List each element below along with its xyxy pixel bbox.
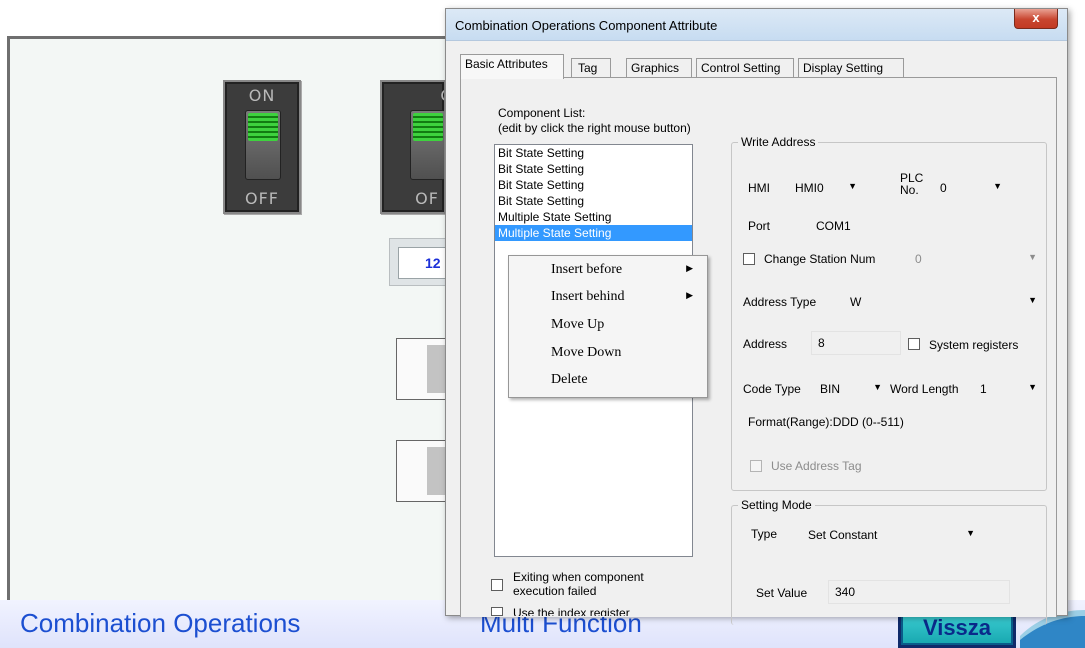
change-station-select: 0 ▼ [911, 249, 1041, 269]
plc-select[interactable]: 0 ▼ [936, 178, 1006, 198]
tab-control-setting[interactable]: Control Setting [696, 58, 794, 78]
address-type-value: W [850, 295, 862, 309]
toggle-on-label: O [392, 86, 444, 105]
chevron-down-icon: ▼ [1028, 295, 1037, 305]
set-value-input[interactable]: 340 [828, 580, 1010, 604]
menu-item-move-up[interactable]: Move Up [509, 313, 707, 337]
address-type-select[interactable]: W ▼ [846, 292, 1041, 312]
menu-item-move-down[interactable]: Move Down [509, 341, 707, 365]
hmi-select-value: HMI0 [795, 181, 824, 195]
close-icon[interactable]: x [1014, 9, 1058, 29]
banner-title: Combination Operations [20, 608, 301, 638]
submenu-arrow-icon: ▶ [686, 263, 693, 273]
address-type-label: Address Type [743, 295, 817, 309]
code-type-value: BIN [820, 382, 841, 396]
change-station-value: 0 [915, 252, 922, 266]
dialog-titlebar[interactable]: Combination Operations Component Attribu… [446, 9, 1067, 41]
on-off-toggle-switch-2[interactable]: O OF [380, 80, 446, 214]
on-off-toggle-switch[interactable]: ON OFF [223, 80, 301, 214]
toggle-lever [245, 110, 281, 180]
exit-on-fail-label: Exiting when component execution failed [513, 570, 644, 598]
context-menu: Insert before ▶ Insert behind ▶ Move Up … [508, 255, 708, 398]
code-type-select[interactable]: BIN ▼ [816, 379, 886, 399]
chevron-down-icon: ▼ [1028, 382, 1037, 392]
menu-item-label: Delete [551, 372, 588, 387]
toggle-on-label: ON [248, 86, 276, 105]
index-register-label: Use the index register [513, 606, 630, 616]
list-item[interactable]: Bit State Setting [495, 177, 692, 193]
use-address-tag-label: Use Address Tag [771, 459, 862, 473]
index-register-checkbox[interactable] [491, 607, 503, 616]
toggle-off-label: OFF [245, 189, 279, 208]
word-length-value: 1 [980, 382, 987, 396]
address-input[interactable]: 8 [811, 331, 901, 355]
menu-item-label: Insert behind [551, 289, 625, 304]
list-item[interactable]: Multiple State Setting [495, 209, 692, 225]
menu-item-label: Insert before [551, 262, 623, 277]
component-list-hint: (edit by click the right mouse button) [498, 121, 691, 135]
port-label: Port [748, 219, 771, 233]
type-select-value: Set Constant [808, 528, 878, 542]
tab-basic-attributes[interactable]: Basic Attributes [460, 54, 564, 79]
plc-select-value: 0 [940, 181, 947, 195]
change-station-label: Change Station Num [764, 252, 876, 266]
menu-item-insert-behind[interactable]: Insert behind ▶ [509, 285, 707, 309]
set-value-label: Set Value [756, 586, 808, 600]
menu-item-label: Move Down [551, 345, 622, 360]
chevron-down-icon: ▼ [966, 528, 975, 538]
chevron-down-icon: ▼ [993, 181, 1002, 191]
tab-tag[interactable]: Tag [571, 58, 611, 78]
format-range-text: Format(Range):DDD (0--511) [748, 415, 904, 429]
dialog-title: Combination Operations Component Attribu… [455, 18, 718, 33]
system-registers-checkbox[interactable] [908, 338, 920, 350]
word-length-select[interactable]: 1 ▼ [976, 379, 1041, 399]
toggle-lever [410, 110, 444, 180]
tab-display-setting[interactable]: Display Setting [798, 58, 904, 78]
plc-label: PLC No. [900, 171, 924, 197]
list-item-selected[interactable]: Multiple State Setting [495, 225, 692, 241]
write-address-legend: Write Address [738, 135, 819, 149]
setting-mode-group: Setting Mode [731, 498, 1047, 625]
component-list-label: Component List: [498, 106, 586, 120]
tab-graphics[interactable]: Graphics [626, 58, 692, 78]
system-registers-label: System registers [929, 338, 1019, 352]
type-label: Type [751, 527, 778, 541]
port-value: COM1 [816, 219, 851, 233]
menu-item-insert-before[interactable]: Insert before ▶ [509, 258, 707, 282]
menu-item-label: Move Up [551, 317, 605, 332]
toggle-off-label: OF [415, 189, 439, 208]
list-item[interactable]: Bit State Setting [495, 193, 692, 209]
word-length-label: Word Length [890, 382, 959, 396]
hmi-select[interactable]: HMI0 ▼ [791, 178, 861, 198]
chevron-down-icon: ▼ [1028, 252, 1037, 262]
chevron-down-icon: ▼ [848, 181, 857, 191]
exit-on-fail-checkbox[interactable] [491, 579, 503, 591]
submenu-arrow-icon: ▶ [686, 290, 693, 300]
setting-mode-legend: Setting Mode [738, 498, 815, 512]
hmi-label: HMI [748, 181, 770, 195]
address-label: Address [743, 337, 788, 351]
chevron-down-icon: ▼ [873, 382, 882, 392]
use-address-tag-checkbox[interactable] [750, 460, 762, 472]
index-register-clip: Use the index register [513, 606, 683, 616]
change-station-checkbox[interactable] [743, 253, 755, 265]
list-item[interactable]: Bit State Setting [495, 161, 692, 177]
type-select[interactable]: Set Constant ▼ [804, 525, 979, 545]
menu-item-delete[interactable]: Delete [509, 368, 707, 392]
code-type-label: Code Type [743, 382, 801, 396]
list-item[interactable]: Bit State Setting [495, 145, 692, 161]
